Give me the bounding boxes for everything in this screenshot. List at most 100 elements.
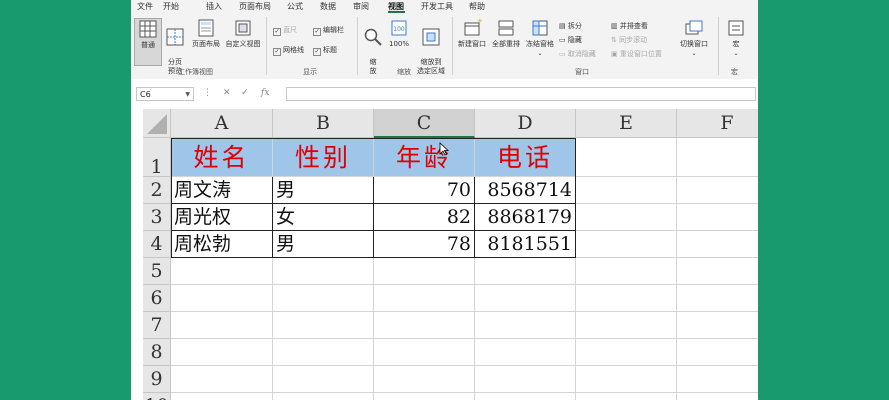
- row-header-3[interactable]: 3: [143, 204, 171, 231]
- table-cell-name[interactable]: 周文涛: [171, 177, 273, 204]
- column-header-c[interactable]: C: [374, 109, 475, 138]
- reset-window-position-button[interactable]: ▣ 重设窗口位置: [611, 49, 662, 59]
- tab-data[interactable]: 数据: [320, 1, 336, 12]
- empty-cell[interactable]: [576, 312, 677, 339]
- empty-cell[interactable]: [576, 231, 677, 258]
- formula-bar-checkbox[interactable]: ✓ 编辑栏: [313, 25, 344, 36]
- insert-function-icon[interactable]: fx: [261, 88, 269, 98]
- row-header-8[interactable]: 8: [143, 339, 171, 366]
- empty-cell[interactable]: [475, 285, 576, 312]
- empty-cell[interactable]: [576, 204, 677, 231]
- empty-cell[interactable]: [677, 285, 758, 312]
- row-header-5[interactable]: 5: [143, 258, 171, 285]
- hide-button[interactable]: ▭ 隐藏: [559, 35, 582, 45]
- formula-input[interactable]: [286, 87, 756, 101]
- empty-cell[interactable]: [677, 312, 758, 339]
- row-header-9[interactable]: 9: [143, 366, 171, 393]
- empty-cell[interactable]: [171, 285, 273, 312]
- table-cell-gender[interactable]: 男: [273, 177, 374, 204]
- empty-cell[interactable]: [374, 285, 475, 312]
- view-side-by-side-button[interactable]: ▥ 并排查看: [611, 21, 648, 31]
- tab-help[interactable]: 帮助: [469, 1, 485, 12]
- table-cell-phone[interactable]: 8568714: [475, 177, 576, 204]
- empty-cell[interactable]: [677, 231, 758, 258]
- empty-cell[interactable]: [374, 393, 475, 400]
- empty-cell[interactable]: [677, 138, 758, 177]
- empty-cell[interactable]: [171, 393, 273, 400]
- switch-windows-button[interactable]: 切换窗口 ⌄: [677, 18, 711, 58]
- table-cell-gender[interactable]: 男: [273, 231, 374, 258]
- row-header-7[interactable]: 7: [143, 312, 171, 339]
- column-header-e[interactable]: E: [576, 109, 677, 138]
- row-header-6[interactable]: 6: [143, 285, 171, 312]
- empty-cell[interactable]: [171, 258, 273, 285]
- empty-cell[interactable]: [171, 339, 273, 366]
- empty-cell[interactable]: [576, 285, 677, 312]
- synchronous-scrolling-button[interactable]: ⇅ 同步滚动: [611, 35, 647, 45]
- empty-cell[interactable]: [273, 312, 374, 339]
- empty-cell[interactable]: [677, 366, 758, 393]
- empty-cell[interactable]: [677, 393, 758, 400]
- enter-icon[interactable]: ✓: [241, 88, 249, 98]
- table-cell-age[interactable]: 82: [374, 204, 475, 231]
- empty-cell[interactable]: [475, 366, 576, 393]
- header-cell-age[interactable]: 年龄: [374, 138, 475, 177]
- table-cell-phone[interactable]: 8868179: [475, 204, 576, 231]
- row-header-10[interactable]: 10: [143, 393, 171, 400]
- empty-cell[interactable]: [677, 339, 758, 366]
- empty-cell[interactable]: [576, 138, 677, 177]
- table-cell-gender[interactable]: 女: [273, 204, 374, 231]
- empty-cell[interactable]: [273, 393, 374, 400]
- empty-cell[interactable]: [475, 339, 576, 366]
- zoom-to-selection-button[interactable]: 缩放到 选定区域: [413, 18, 449, 76]
- tab-formulas[interactable]: 公式: [287, 1, 303, 12]
- header-cell-name[interactable]: 姓名: [171, 138, 273, 177]
- empty-cell[interactable]: [374, 339, 475, 366]
- zoom-100-button[interactable]: 100 100%: [387, 18, 411, 49]
- empty-cell[interactable]: [374, 312, 475, 339]
- headings-checkbox[interactable]: ✓ 标题: [313, 45, 337, 56]
- worksheet-grid[interactable]: A B C D E F 1 2 3 4 5 6 7 8 9 10 姓名 性别 年…: [143, 109, 758, 400]
- tab-review[interactable]: 审阅: [353, 1, 369, 12]
- empty-cell[interactable]: [273, 366, 374, 393]
- normal-view-button[interactable]: 普通: [134, 18, 162, 66]
- empty-cell[interactable]: [475, 393, 576, 400]
- unhide-button[interactable]: ▭ 取消隐藏: [559, 49, 596, 59]
- cancel-icon[interactable]: ✕: [223, 88, 231, 98]
- freeze-panes-button[interactable]: 冻结窗格 ⌄: [524, 18, 556, 58]
- empty-cell[interactable]: [171, 312, 273, 339]
- table-cell-name[interactable]: 周松勃: [171, 231, 273, 258]
- empty-cell[interactable]: [576, 258, 677, 285]
- table-cell-age[interactable]: 78: [374, 231, 475, 258]
- tab-developer[interactable]: 开发工具: [421, 1, 453, 12]
- empty-cell[interactable]: [273, 258, 374, 285]
- empty-cell[interactable]: [576, 177, 677, 204]
- zoom-button[interactable]: 缩 放: [361, 18, 385, 76]
- empty-cell[interactable]: [374, 258, 475, 285]
- column-header-f[interactable]: F: [677, 109, 758, 138]
- header-cell-phone[interactable]: 电话: [475, 138, 576, 177]
- header-cell-gender[interactable]: 性别: [273, 138, 374, 177]
- table-cell-age[interactable]: 70: [374, 177, 475, 204]
- empty-cell[interactable]: [576, 339, 677, 366]
- empty-cell[interactable]: [475, 312, 576, 339]
- column-header-d[interactable]: D: [475, 109, 576, 138]
- empty-cell[interactable]: [576, 393, 677, 400]
- macros-button[interactable]: 宏 ⌄: [723, 18, 749, 58]
- select-all-button[interactable]: [143, 109, 171, 138]
- ruler-checkbox[interactable]: ✓ 直尺: [273, 25, 297, 36]
- tab-insert[interactable]: 插入: [206, 1, 222, 12]
- empty-cell[interactable]: [677, 177, 758, 204]
- tab-home[interactable]: 开始: [163, 1, 179, 12]
- tab-file[interactable]: 文件: [137, 1, 153, 12]
- empty-cell[interactable]: [576, 366, 677, 393]
- column-header-a[interactable]: A: [171, 109, 273, 138]
- page-layout-view-button[interactable]: 页面布局: [189, 18, 223, 49]
- column-header-b[interactable]: B: [273, 109, 374, 138]
- custom-views-button[interactable]: 自定义视图: [223, 18, 263, 49]
- table-cell-name[interactable]: 周光权: [171, 204, 273, 231]
- row-header-2[interactable]: 2: [143, 177, 171, 204]
- table-cell-phone[interactable]: 8181551: [475, 231, 576, 258]
- chevron-down-icon[interactable]: ▼: [185, 88, 190, 102]
- empty-cell[interactable]: [677, 204, 758, 231]
